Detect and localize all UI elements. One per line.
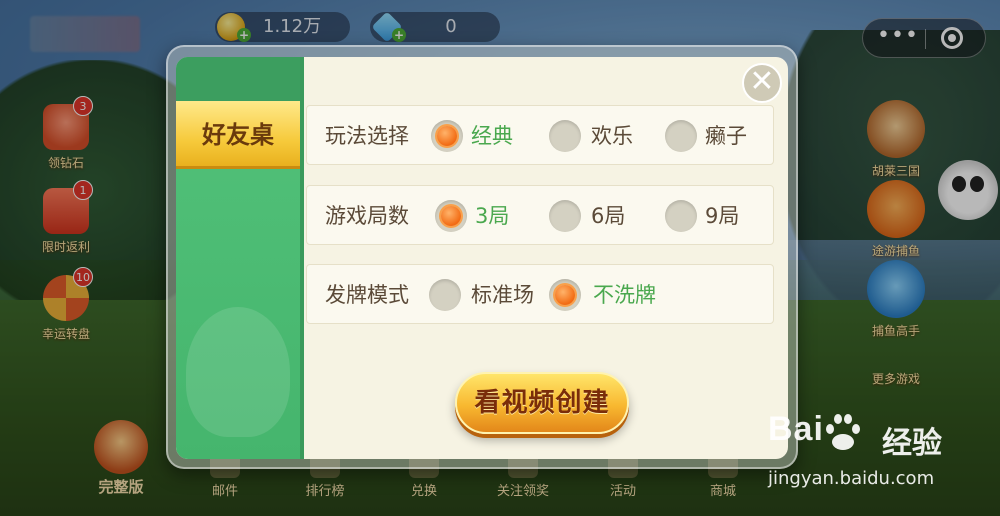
option-label: 癞子 xyxy=(705,124,747,148)
radio-selected-icon[interactable] xyxy=(431,120,463,152)
option-laizi[interactable]: 癞子 xyxy=(661,106,771,166)
radio-unselected-icon[interactable] xyxy=(665,200,697,232)
row-label: 游戏局数 xyxy=(325,204,409,228)
watermark-url: jingyan.baidu.com xyxy=(768,468,935,489)
close-dialog-button[interactable]: ✕ xyxy=(742,63,782,103)
dialog-side-panel: 好友桌 xyxy=(176,57,300,459)
row-label: 玩法选择 xyxy=(325,124,409,148)
option-row-rounds: 游戏局数 3局 6局 9局 xyxy=(306,185,774,245)
option-9-rounds[interactable]: 9局 xyxy=(661,186,771,246)
option-no-shuffle[interactable]: 不洗牌 xyxy=(549,265,679,325)
baidu-logo-text: Bai xyxy=(768,410,824,448)
option-label: 标准场 xyxy=(471,283,534,307)
radio-selected-icon[interactable] xyxy=(435,200,467,232)
baidu-jingyan-watermark: Bai 经验 jingyan.baidu.com xyxy=(760,410,1000,510)
option-row-mode: 玩法选择 经典 欢乐 癞子 xyxy=(306,105,774,165)
radio-unselected-icon[interactable] xyxy=(429,279,461,311)
side-panel-header xyxy=(176,57,300,101)
option-classic[interactable]: 经典 xyxy=(427,106,527,166)
mascot-watermark-icon xyxy=(186,307,290,437)
option-row-deal-mode: 发牌模式 标准场 不洗牌 xyxy=(306,264,774,324)
option-happy[interactable]: 欢乐 xyxy=(545,106,645,166)
option-label: 6局 xyxy=(591,204,626,228)
option-label: 9局 xyxy=(705,204,740,228)
option-standard[interactable]: 标准场 xyxy=(427,265,547,325)
option-label: 欢乐 xyxy=(591,124,633,148)
radio-unselected-icon[interactable] xyxy=(549,120,581,152)
option-label: 经典 xyxy=(471,124,513,148)
watch-video-create-button[interactable]: 看视频创建 xyxy=(455,372,629,434)
option-3-rounds[interactable]: 3局 xyxy=(431,186,531,246)
tab-friend-table[interactable]: 好友桌 xyxy=(176,101,300,169)
radio-selected-icon[interactable] xyxy=(549,279,581,311)
radio-unselected-icon[interactable] xyxy=(665,120,697,152)
radio-unselected-icon[interactable] xyxy=(549,200,581,232)
panel-divider xyxy=(300,57,304,459)
row-label: 发牌模式 xyxy=(325,283,409,307)
option-label: 3局 xyxy=(475,204,510,228)
paw-icon xyxy=(822,412,862,452)
option-6-rounds[interactable]: 6局 xyxy=(545,186,645,246)
jingyan-text: 经验 xyxy=(882,426,942,461)
option-label: 不洗牌 xyxy=(593,283,656,307)
